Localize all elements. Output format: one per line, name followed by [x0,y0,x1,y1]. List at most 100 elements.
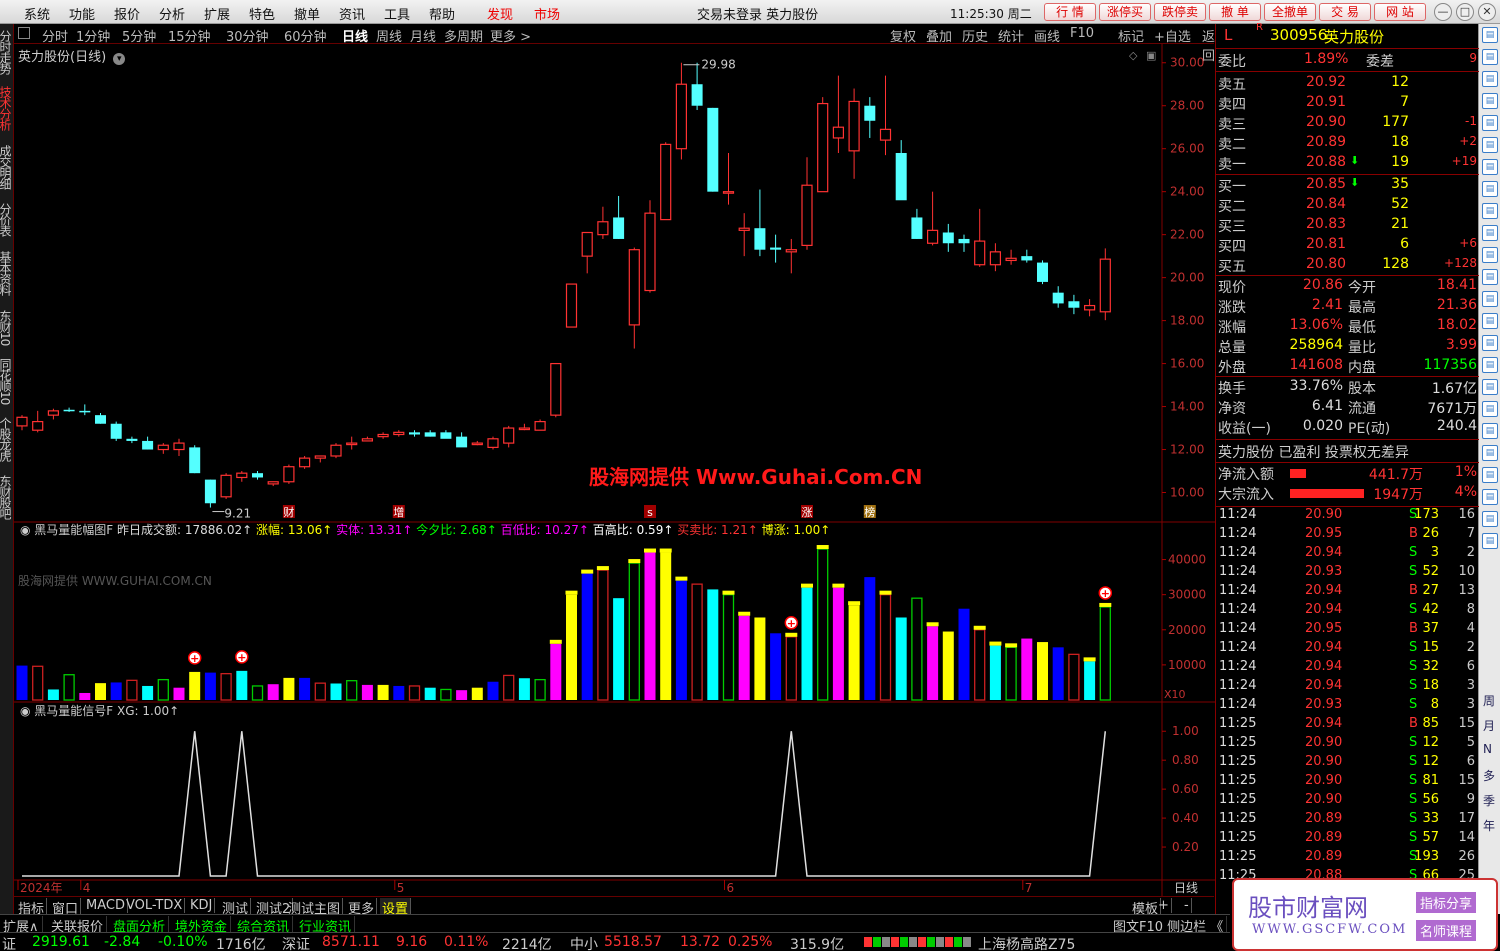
chart-tool-1[interactable]: 叠加 [926,26,952,45]
chart-tool-4[interactable]: 画线 [1034,26,1060,45]
ask-row-4[interactable]: 卖一 20.88 ⬇ 19 +19 [1216,154,1479,174]
kline-chart-area[interactable]: 30.00 28.00 26.00 24.00 22.00 20.00 18.00 16.00… [14,44,1215,896]
left-tab-0[interactable]: 分时走势 [0,26,14,78]
left-tab-1[interactable]: 技术分析 [0,80,14,136]
indicator-tab-4[interactable]: KDJ [188,898,216,913]
quick-button-2[interactable]: 跌停卖 [1154,3,1206,21]
left-tab-7[interactable]: 个股龙虎 [0,412,14,466]
cycle-label-0[interactable]: 周 [1483,692,1495,709]
chart-tool-6[interactable]: 标记 [1118,26,1144,45]
indicator1-legend[interactable]: ◉ 黑马量能幅图F 昨日成交额: 17886.02↑ 涨幅: 13.06↑ 实体… [20,522,830,537]
chart-tool-5[interactable]: F10 [1070,26,1094,41]
tool-icon-17[interactable]: ▤ [1482,401,1498,417]
tool-icon-3[interactable]: ▤ [1482,93,1498,109]
chart-tool-7[interactable]: +自选 [1154,26,1191,45]
ask-row-0[interactable]: 卖五 20.92 12 [1216,74,1479,94]
tool-icon-14[interactable]: ▤ [1482,335,1498,351]
ask-row-2[interactable]: 卖三 20.90 177 -1 [1216,114,1479,134]
chart-tool-3[interactable]: 统计 [998,26,1024,45]
period-9[interactable]: 多周期 [444,26,483,45]
period-2[interactable]: 5分钟 [122,26,156,45]
menu-item-6[interactable]: 撤单 [294,4,320,23]
menu-item-red-0[interactable]: 发现 [487,4,513,23]
indicator2-legend[interactable]: ◉ 黑马量能信号F XG: 1.00↑ [20,704,179,718]
tool-icon-23[interactable]: ▤ [1482,533,1498,549]
period-6[interactable]: 日线 [342,26,368,45]
period-8[interactable]: 月线 [410,26,436,45]
bid-row-0[interactable]: 买一 20.85 ⬇ 35 [1216,176,1479,196]
menu-item-0[interactable]: 系统 [24,4,50,23]
quick-button-4[interactable]: 全撤单 [1264,3,1316,21]
tool-icon-22[interactable]: ▤ [1482,511,1498,527]
minimize-icon[interactable]: — [1434,3,1452,21]
quick-button-3[interactable]: 撤 单 [1209,3,1261,21]
period-1[interactable]: 1分钟 [76,26,110,45]
left-tab-8[interactable]: 东财股吧 [0,468,14,526]
tool-icon-10[interactable]: ▤ [1482,247,1498,263]
left-tab-5[interactable]: 东财10 [0,306,14,350]
quick-button-5[interactable]: 交 易 [1319,3,1371,21]
event-mark-3[interactable]: 涨 [801,505,813,519]
cycle-label-3[interactable]: 多 [1483,767,1495,784]
diamond-icon[interactable]: ◇ [1129,49,1138,62]
quick-button-0[interactable]: 行 情 [1044,3,1096,21]
cycle-label-5[interactable]: 年 [1483,817,1495,834]
tool-icon-9[interactable]: ▤ [1482,225,1498,241]
tool-icon-7[interactable]: ▤ [1482,181,1498,197]
template-button-2[interactable]: - [1182,898,1192,913]
bid-row-3[interactable]: 买四 20.81 6 +6 [1216,236,1479,256]
bid-row-1[interactable]: 买二 20.84 52 [1216,196,1479,216]
cycle-label-1[interactable]: 月 [1483,717,1495,734]
tool-icon-4[interactable]: ▤ [1482,115,1498,131]
tool-icon-0[interactable]: ▤ [1482,27,1498,43]
close-icon[interactable]: ✕ [1478,3,1496,21]
tool-icon-11[interactable]: ▤ [1482,269,1498,285]
indicator-tab-3[interactable]: VOL-TDX [124,898,186,913]
tool-icon-1[interactable]: ▤ [1482,49,1498,65]
period-0[interactable]: 分时 [42,26,68,45]
tool-icon-18[interactable]: ▤ [1482,423,1498,439]
period-5[interactable]: 60分钟 [284,26,327,45]
bid-row-2[interactable]: 买三 20.83 21 [1216,216,1479,236]
event-mark-1[interactable]: 增 [392,505,405,519]
layout-icon[interactable] [18,27,30,39]
left-tab-4[interactable]: 基本资料 [0,242,14,304]
menu-item-9[interactable]: 帮助 [429,4,455,23]
chart-tool-0[interactable]: 复权 [890,26,916,45]
tool-icon-6[interactable]: ▤ [1482,159,1498,175]
tool-icon-5[interactable]: ▤ [1482,137,1498,153]
menu-item-1[interactable]: 功能 [69,4,95,23]
period-3[interactable]: 15分钟 [168,26,211,45]
tool-icon-19[interactable]: ▤ [1482,445,1498,461]
quick-button-1[interactable]: 涨停买 [1099,3,1151,21]
event-mark-2[interactable]: s [644,505,656,519]
tool-icon-13[interactable]: ▤ [1482,313,1498,329]
menu-item-5[interactable]: 特色 [249,4,275,23]
period-7[interactable]: 周线 [376,26,402,45]
menu-item-7[interactable]: 资讯 [339,4,365,23]
bid-row-4[interactable]: 买五 20.80 128 +128 [1216,256,1479,276]
ask-row-3[interactable]: 卖二 20.89 18 +2 [1216,134,1479,154]
tool-icon-2[interactable]: ▤ [1482,71,1498,87]
left-tab-2[interactable]: 成交明细 [0,138,14,196]
tool-icon-8[interactable]: ▤ [1482,203,1498,219]
window-icon[interactable]: ▣ [1146,49,1156,62]
period-4[interactable]: 30分钟 [226,26,269,45]
left-tab-3[interactable]: 分价表 [0,198,14,240]
tool-icon-16[interactable]: ▤ [1482,379,1498,395]
event-mark-4[interactable]: 榜 [863,505,876,519]
maximize-icon[interactable]: □ [1456,3,1474,21]
ask-row-1[interactable]: 卖四 20.91 7 [1216,94,1479,114]
indicator-tab-2[interactable]: MACD [84,898,128,913]
tool-icon-12[interactable]: ▤ [1482,291,1498,307]
period-10[interactable]: 更多 > [490,26,531,45]
quick-button-6[interactable]: 网 站 [1374,3,1426,21]
cycle-label-2[interactable]: N [1483,742,1492,756]
chart-tool-2[interactable]: 历史 [962,26,988,45]
template-button-1[interactable]: + [1156,898,1172,913]
left-tab-6[interactable]: 同花顺10 [0,352,14,410]
menu-item-red-1[interactable]: 市场 [534,4,560,23]
tool-icon-20[interactable]: ▤ [1482,467,1498,483]
tool-icon-21[interactable]: ▤ [1482,489,1498,505]
event-mark-0[interactable]: 财 [282,505,295,519]
